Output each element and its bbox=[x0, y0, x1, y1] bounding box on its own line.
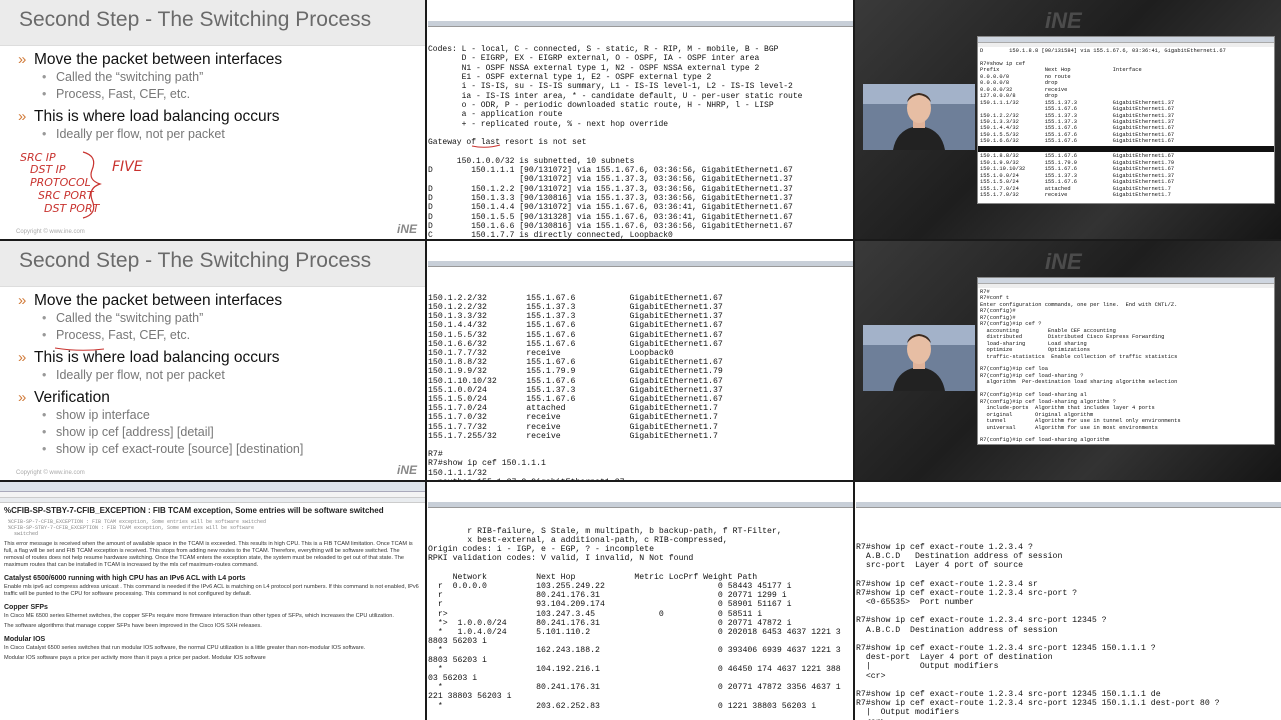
terminal-titlebar bbox=[856, 502, 1281, 509]
slide-switching-process-1: Second Step - The Switching Process Move… bbox=[0, 0, 425, 239]
underline-mark-icon bbox=[54, 347, 105, 351]
bullet-move-packet: Move the packet between interfaces bbox=[0, 292, 425, 310]
bullet-show-ip-cef-exact-route: show ip cef exact-route [source] [destin… bbox=[0, 441, 425, 458]
terminal-output: D 150.1.8.8 [90/131584] via 155.1.67.6, … bbox=[980, 48, 1226, 145]
instructor-icon bbox=[863, 325, 975, 391]
video-frame-cef-load-sharing: iNE R7# R7#conf t Enter configuration co… bbox=[855, 241, 1281, 480]
underline-mark-icon bbox=[471, 144, 501, 148]
terminal-output: R7# R7#conf t Enter configuration comman… bbox=[980, 289, 1181, 444]
slide-title: Second Step - The Switching Process bbox=[0, 0, 425, 46]
bullet-process-fast-cef: Process, Fast, CEF, etc. bbox=[0, 86, 425, 103]
ine-logo: iNE bbox=[396, 463, 417, 477]
paragraph-tcam: This error message is received when the … bbox=[4, 541, 413, 568]
paragraph-copper-2: The software algorithms that manage copp… bbox=[4, 623, 262, 629]
video-thumbnail-grid: Second Step - The Switching Process Move… bbox=[0, 0, 1281, 720]
ine-logo: iNE bbox=[396, 222, 417, 236]
terminal-output: 150.1.2.2/32 155.1.67.6 GigabitEthernet1… bbox=[428, 293, 723, 480]
terminal-cef-exact-route: R7#show ip cef exact-route 1.2.3.4 ? A.B… bbox=[855, 482, 1281, 720]
terminal-output: R7#show ip cef exact-route 1.2.3.4 ? A.B… bbox=[856, 542, 1220, 720]
terminal-titlebar bbox=[428, 20, 853, 27]
bullet-switching-path: Called the “switching path” bbox=[0, 310, 425, 327]
paragraph-modular-2: Modular IOS software pays a price per ac… bbox=[4, 655, 266, 661]
terminal-window: R7# R7#conf t Enter configuration comman… bbox=[977, 277, 1275, 445]
copyright: Copyright © www.ine.com bbox=[16, 470, 85, 476]
paragraph-ipv6-acl: Enable mls ipv6 acl compress address uni… bbox=[4, 584, 419, 597]
error-code-block: %CFIB-SP-7-CFIB_EXCEPTION : FIB TCAM exc… bbox=[8, 519, 267, 537]
instructor-camera bbox=[863, 325, 975, 391]
heading-copper-sfps: Copper SFPs bbox=[4, 604, 48, 611]
heading-ipv6-acl: Catalyst 6500/6000 running with high CPU… bbox=[4, 575, 246, 582]
handwritten-five: FIVE bbox=[112, 159, 143, 175]
bullet-load-balancing: This is where load balancing occurs bbox=[0, 108, 425, 126]
heading-modular-ios: Modular IOS bbox=[4, 636, 46, 643]
terminal-window: D 150.1.8.8 [90/131584] via 155.1.67.6, … bbox=[977, 36, 1275, 204]
instructor-camera bbox=[863, 84, 975, 150]
bullet-show-ip-cef: show ip cef [address] [detail] bbox=[0, 424, 425, 441]
bullet-show-ip-interface: show ip interface bbox=[0, 407, 425, 424]
bullet-verification: Verification bbox=[0, 389, 425, 407]
browser-tabbar[interactable] bbox=[0, 482, 425, 492]
terminal-show-ip-cef: 150.1.2.2/32 155.1.67.6 GigabitEthernet1… bbox=[427, 241, 853, 480]
terminal-output-continued: 150.1.8.8/32 155.1.67.6 GigabitEthernet1… bbox=[980, 153, 1175, 198]
instructor-icon bbox=[863, 84, 975, 150]
bullet-per-flow: Ideally per flow, not per packet bbox=[0, 126, 425, 143]
terminal-show-ip-bgp: r RIB-failure, S Stale, m multipath, b b… bbox=[427, 482, 853, 720]
slide-switching-process-2: Second Step - The Switching Process Move… bbox=[0, 241, 425, 480]
terminal-show-ip-route: Codes: L - local, C - connected, S - sta… bbox=[427, 0, 853, 239]
article-heading: %CFIB-SP-STBY-7-CFIB_EXCEPTION : FIB TCA… bbox=[4, 506, 384, 515]
ine-watermark: iNE bbox=[1045, 249, 1082, 274]
handwritten-dst-ip: DST IP bbox=[30, 163, 66, 176]
terminal-titlebar bbox=[428, 502, 853, 509]
copyright: Copyright © www.ine.com bbox=[16, 229, 85, 235]
bullet-per-flow: Ideally per flow, not per packet bbox=[0, 367, 425, 384]
video-frame-show-ip-cef: iNE D 150.1.8.8 [90/131584] via 155.1.67… bbox=[855, 0, 1281, 239]
paragraph-modular-1: In Cisco Catalyst 6500 series switches t… bbox=[4, 645, 366, 651]
bullet-move-packet: Move the packet between interfaces bbox=[0, 51, 425, 69]
handwritten-src-ip: SRC IP bbox=[20, 151, 56, 164]
paragraph-copper-1: In Cisco ME 6500 series Ethernet switche… bbox=[4, 613, 394, 619]
slide-title: Second Step - The Switching Process bbox=[0, 241, 425, 287]
terminal-titlebar bbox=[428, 261, 853, 268]
ine-watermark: iNE bbox=[1045, 8, 1082, 33]
bullet-process-fast-cef: Process, Fast, CEF, etc. bbox=[0, 327, 425, 344]
bullet-switching-path: Called the “switching path” bbox=[0, 69, 425, 86]
browser-cisco-doc: %CFIB-SP-STBY-7-CFIB_EXCEPTION : FIB TCA… bbox=[0, 482, 425, 720]
terminal-output: r RIB-failure, S Stale, m multipath, b b… bbox=[428, 526, 841, 711]
